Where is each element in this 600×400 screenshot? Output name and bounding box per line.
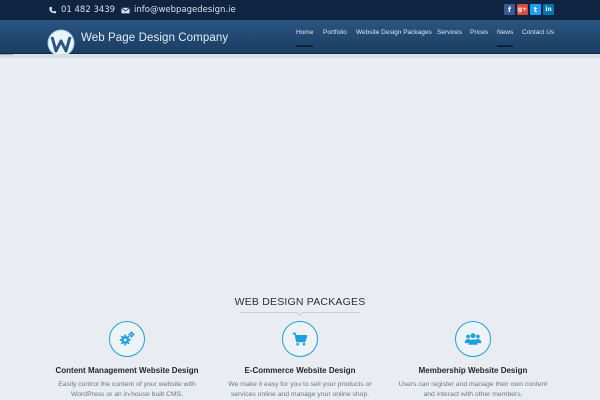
package-title[interactable]: Content Management Website Design [27, 366, 227, 375]
envelope-icon [121, 6, 130, 15]
nav-portfolio[interactable]: Portfolio [323, 29, 347, 36]
main-nav: Home Portfolio Website Design Packages S… [0, 29, 600, 53]
google-plus-icon[interactable]: g+ [517, 4, 528, 15]
email-address: info@webpagedesign.ie [134, 5, 236, 15]
package-description: Users can register and manage their own … [373, 380, 573, 400]
site-header: Web Page Design Company Home Portfolio W… [0, 20, 600, 57]
nav-prices[interactable]: Prices [470, 29, 488, 36]
package-title[interactable]: Membership Website Design [373, 366, 573, 375]
linkedin-icon[interactable]: in [543, 4, 554, 15]
title-divider [240, 312, 360, 313]
nav-news[interactable]: News [497, 29, 514, 47]
package-icon-circle[interactable] [282, 321, 318, 357]
package-description-line: WordPress or an in-house built CMS. [70, 391, 184, 398]
phone-contact[interactable]: 01 482 3439 [48, 0, 115, 20]
package-description: We make it easy for you to sell your pro… [200, 380, 400, 400]
package-card-ecommerce[interactable]: E-Commerce Website Design We make it eas… [200, 321, 400, 400]
package-description-line: and interact with other members. [423, 391, 523, 398]
nav-contact-us[interactable]: Contact Us [522, 29, 554, 36]
package-icon-circle[interactable] [109, 321, 145, 357]
package-description-line: Easily control the content of your websi… [58, 381, 196, 388]
nav-home[interactable]: Home [296, 29, 314, 47]
phone-number: 01 482 3439 [61, 5, 116, 15]
users-icon [464, 333, 482, 345]
phone-icon [48, 6, 57, 15]
section-title: WEB DESIGN PACKAGES [234, 296, 366, 308]
hero-area [0, 58, 600, 292]
shopping-cart-icon [292, 332, 308, 346]
cogs-icon [119, 331, 135, 346]
package-card-membership[interactable]: Membership Website Design Users can regi… [373, 321, 573, 400]
nav-services[interactable]: Services [437, 29, 462, 36]
email-contact[interactable]: info@webpagedesign.ie [121, 0, 236, 20]
twitter-icon[interactable]: t [530, 4, 541, 15]
package-title[interactable]: E-Commerce Website Design [200, 366, 400, 375]
nav-website-design-packages[interactable]: Website Design Packages [356, 29, 432, 36]
social-links: f g+ t in [504, 4, 554, 15]
facebook-icon[interactable]: f [504, 4, 515, 15]
package-description: Easily control the content of your websi… [27, 380, 227, 400]
package-icon-circle[interactable] [455, 321, 491, 357]
package-description-line: services online and manage your online s… [230, 391, 370, 398]
top-bar: 01 482 3439 info@webpagedesign.ie f g+ t… [0, 0, 600, 20]
package-card-cms[interactable]: Content Management Website Design Easily… [27, 321, 227, 400]
package-description-line: Users can register and manage their own … [398, 381, 548, 388]
package-description-line: We make it easy for you to sell your pro… [228, 381, 372, 388]
